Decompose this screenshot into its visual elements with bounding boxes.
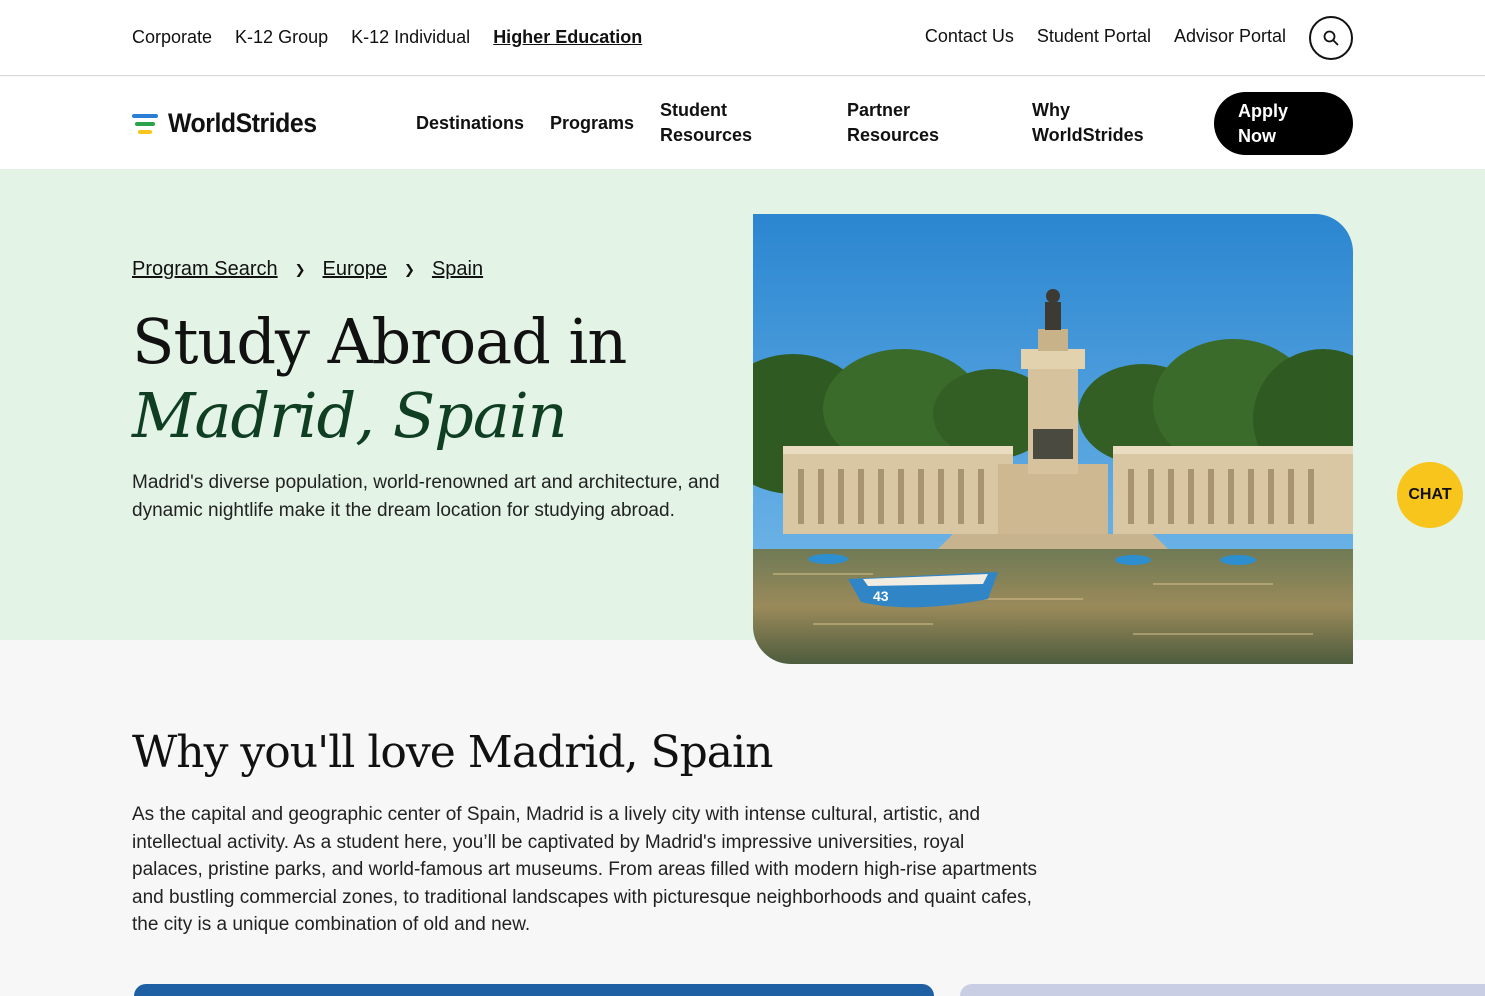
program-card-image[interactable]: [960, 984, 1485, 996]
worldstrides-logo[interactable]: WorldStrides: [132, 108, 330, 139]
contact-us-link[interactable]: Contact Us: [925, 26, 1014, 47]
chevron-right-icon: ❯: [294, 261, 306, 277]
title-line-2: Madrid, Spain: [132, 379, 568, 452]
main-nav: WorldStrides Destinations Programs Stude…: [0, 77, 1485, 169]
page-title: Study Abroad in Madrid, Spain: [132, 305, 627, 453]
title-line-1: Study Abroad in: [132, 305, 627, 378]
audience-link-corporate[interactable]: Corporate: [132, 27, 212, 48]
nav-partner-resources[interactable]: Partner Resources: [847, 98, 957, 148]
logo-wordmark: WorldStrides: [168, 108, 317, 138]
apply-now-button[interactable]: Apply Now: [1214, 92, 1353, 155]
breadcrumb-europe[interactable]: Europe: [323, 258, 388, 281]
boat-number: 43: [873, 588, 889, 604]
nav-why-worldstrides[interactable]: Why WorldStrides: [1032, 98, 1162, 148]
audience-link-higher-education[interactable]: Higher Education: [493, 27, 642, 48]
program-card-image[interactable]: [134, 984, 934, 996]
nav-destinations[interactable]: Destinations: [416, 111, 524, 136]
audience-link-k12-group[interactable]: K-12 Group: [235, 27, 328, 48]
audience-link-k12-individual[interactable]: K-12 Individual: [351, 27, 470, 48]
utility-links: Contact Us Student Portal Advisor Portal: [925, 26, 1286, 47]
madrid-monument-illustration: 43: [753, 214, 1353, 664]
student-portal-link[interactable]: Student Portal: [1037, 26, 1151, 47]
chat-button[interactable]: CHAT: [1397, 462, 1463, 528]
breadcrumb-spain[interactable]: Spain: [432, 258, 483, 281]
hero-description: Madrid's diverse population, world-renow…: [132, 472, 720, 521]
utility-bar: Corporate K-12 Group K-12 Individual Hig…: [0, 0, 1485, 76]
hero-image: 43: [753, 214, 1353, 664]
breadcrumb: Program Search ❯ Europe ❯ Spain: [132, 258, 483, 281]
audience-nav: Corporate K-12 Group K-12 Individual Hig…: [132, 27, 642, 48]
nav-student-resources[interactable]: Student Resources: [660, 98, 770, 148]
nav-programs[interactable]: Programs: [550, 111, 634, 136]
search-icon: [1323, 30, 1339, 46]
logo-mark-icon: [132, 113, 160, 134]
chevron-right-icon: ❯: [404, 261, 415, 277]
advisor-portal-link[interactable]: Advisor Portal: [1174, 26, 1286, 47]
search-button[interactable]: [1309, 16, 1353, 60]
section-heading: Why you'll love Madrid, Spain: [132, 727, 773, 778]
breadcrumb-program-search[interactable]: Program Search: [132, 258, 278, 281]
section-body: As the capital and geographic center of …: [132, 804, 1037, 935]
